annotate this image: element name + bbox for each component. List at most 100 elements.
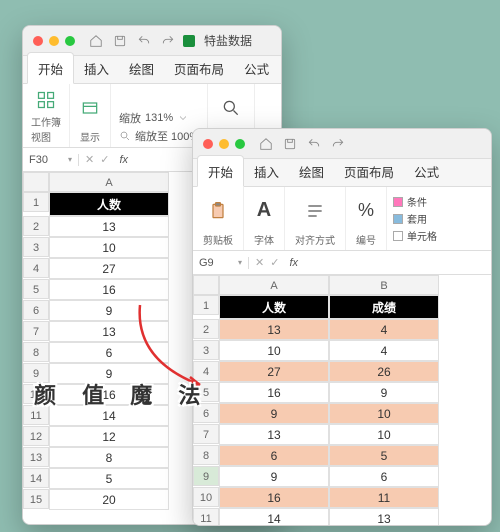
- data-cell[interactable]: 6: [49, 342, 169, 363]
- row-header[interactable]: 1: [193, 295, 219, 315]
- tab-layout[interactable]: 页面布局: [334, 156, 404, 186]
- data-cell[interactable]: 6: [219, 445, 329, 466]
- data-cell[interactable]: 10: [219, 340, 329, 361]
- data-cell[interactable]: 10: [49, 237, 169, 258]
- col-header[interactable]: A: [49, 172, 169, 192]
- data-cell[interactable]: 9: [219, 466, 329, 487]
- data-cell[interactable]: 16: [49, 384, 169, 405]
- data-cell[interactable]: 4: [329, 340, 439, 361]
- cell-style-button[interactable]: 单元格: [393, 228, 437, 243]
- data-cell[interactable]: 16: [219, 382, 329, 403]
- row-header[interactable]: 10: [193, 487, 219, 507]
- row-header[interactable]: 9: [193, 466, 219, 486]
- group-number[interactable]: % 编号: [346, 187, 387, 250]
- data-cell[interactable]: 13: [219, 319, 329, 340]
- data-cell[interactable]: 4: [329, 319, 439, 340]
- group-show[interactable]: 显示: [70, 84, 111, 147]
- data-cell[interactable]: 6: [329, 466, 439, 487]
- row-header[interactable]: 11: [23, 405, 49, 425]
- data-cell[interactable]: 13: [219, 424, 329, 445]
- data-cell[interactable]: 9: [219, 403, 329, 424]
- data-cell[interactable]: 20: [49, 489, 169, 510]
- row-header[interactable]: 11: [193, 508, 219, 525]
- tab-home[interactable]: 开始: [197, 155, 244, 187]
- row-header[interactable]: 12: [23, 426, 49, 446]
- row-header[interactable]: 3: [193, 340, 219, 360]
- maximize-icon[interactable]: [235, 139, 245, 149]
- data-cell[interactable]: 16: [219, 487, 329, 508]
- tab-insert[interactable]: 插入: [74, 53, 119, 83]
- data-cell[interactable]: 13: [329, 508, 439, 525]
- row-header[interactable]: 2: [23, 216, 49, 236]
- row-header[interactable]: 7: [193, 424, 219, 444]
- conditional-format-button[interactable]: 条件: [393, 194, 437, 209]
- row-header[interactable]: 5: [193, 382, 219, 402]
- confirm-icon[interactable]: ✓: [270, 256, 279, 269]
- data-cell[interactable]: 13: [49, 216, 169, 237]
- group-workbook-view[interactable]: 工作簿 视图: [23, 84, 70, 147]
- data-cell[interactable]: 8: [49, 447, 169, 468]
- minimize-icon[interactable]: [49, 36, 59, 46]
- minimize-icon[interactable]: [219, 139, 229, 149]
- row-header[interactable]: 13: [23, 447, 49, 467]
- col-header[interactable]: A: [219, 275, 329, 295]
- save-icon[interactable]: [111, 32, 129, 50]
- data-cell[interactable]: 9: [49, 300, 169, 321]
- name-box[interactable]: G9▾: [193, 257, 249, 269]
- undo-icon[interactable]: [135, 32, 153, 50]
- data-cell[interactable]: 11: [329, 487, 439, 508]
- row-header[interactable]: 4: [193, 361, 219, 381]
- tab-draw[interactable]: 绘图: [119, 53, 164, 83]
- row-header[interactable]: 15: [23, 489, 49, 509]
- table-header-cell[interactable]: 成绩: [329, 295, 439, 319]
- redo-icon[interactable]: [159, 32, 177, 50]
- name-box[interactable]: F30▾: [23, 154, 79, 166]
- data-cell[interactable]: 14: [49, 405, 169, 426]
- confirm-icon[interactable]: ✓: [100, 153, 109, 166]
- table-header-cell[interactable]: 人数: [49, 192, 169, 216]
- cancel-icon[interactable]: ✕: [85, 153, 94, 166]
- row-header[interactable]: 9: [23, 363, 49, 383]
- fx-label[interactable]: fx: [119, 154, 128, 166]
- table-header-cell[interactable]: 人数: [219, 295, 329, 319]
- row-header[interactable]: 6: [23, 300, 49, 320]
- data-cell[interactable]: 13: [49, 321, 169, 342]
- row-header[interactable]: 8: [23, 342, 49, 362]
- tab-formula[interactable]: 公式: [404, 156, 449, 186]
- zoom-control[interactable]: 缩放 131%: [119, 110, 189, 126]
- table-format-button[interactable]: 套用: [393, 211, 437, 226]
- home-icon[interactable]: [257, 135, 275, 153]
- row-header[interactable]: 2: [193, 319, 219, 339]
- data-cell[interactable]: 9: [329, 382, 439, 403]
- data-cell[interactable]: 12: [49, 426, 169, 447]
- zoom-100-button[interactable]: 缩放至 100%: [119, 128, 199, 144]
- fx-label[interactable]: fx: [289, 257, 298, 269]
- data-cell[interactable]: 16: [49, 279, 169, 300]
- data-cell[interactable]: 27: [49, 258, 169, 279]
- spreadsheet-grid[interactable]: AB1人数成绩213431044272651696910713108659961…: [193, 275, 491, 525]
- close-icon[interactable]: [33, 36, 43, 46]
- data-cell[interactable]: 26: [329, 361, 439, 382]
- row-header[interactable]: 5: [23, 279, 49, 299]
- select-all-corner[interactable]: [193, 275, 219, 295]
- row-header[interactable]: 8: [193, 445, 219, 465]
- data-cell[interactable]: 5: [49, 468, 169, 489]
- home-icon[interactable]: [87, 32, 105, 50]
- data-cell[interactable]: 27: [219, 361, 329, 382]
- data-cell[interactable]: 10: [329, 424, 439, 445]
- data-cell[interactable]: 14: [219, 508, 329, 525]
- data-cell[interactable]: 10: [329, 403, 439, 424]
- row-header[interactable]: 4: [23, 258, 49, 278]
- close-icon[interactable]: [203, 139, 213, 149]
- traffic-lights[interactable]: [203, 139, 245, 149]
- group-clipboard[interactable]: 剪贴板: [193, 187, 244, 250]
- select-all-corner[interactable]: [23, 172, 49, 192]
- traffic-lights[interactable]: [33, 36, 75, 46]
- tab-draw[interactable]: 绘图: [289, 156, 334, 186]
- row-header[interactable]: 6: [193, 403, 219, 423]
- row-header[interactable]: 14: [23, 468, 49, 488]
- group-font[interactable]: A 字体: [244, 187, 285, 250]
- tab-insert[interactable]: 插入: [244, 156, 289, 186]
- tab-formula[interactable]: 公式: [234, 53, 279, 83]
- group-align[interactable]: 对齐方式: [285, 187, 346, 250]
